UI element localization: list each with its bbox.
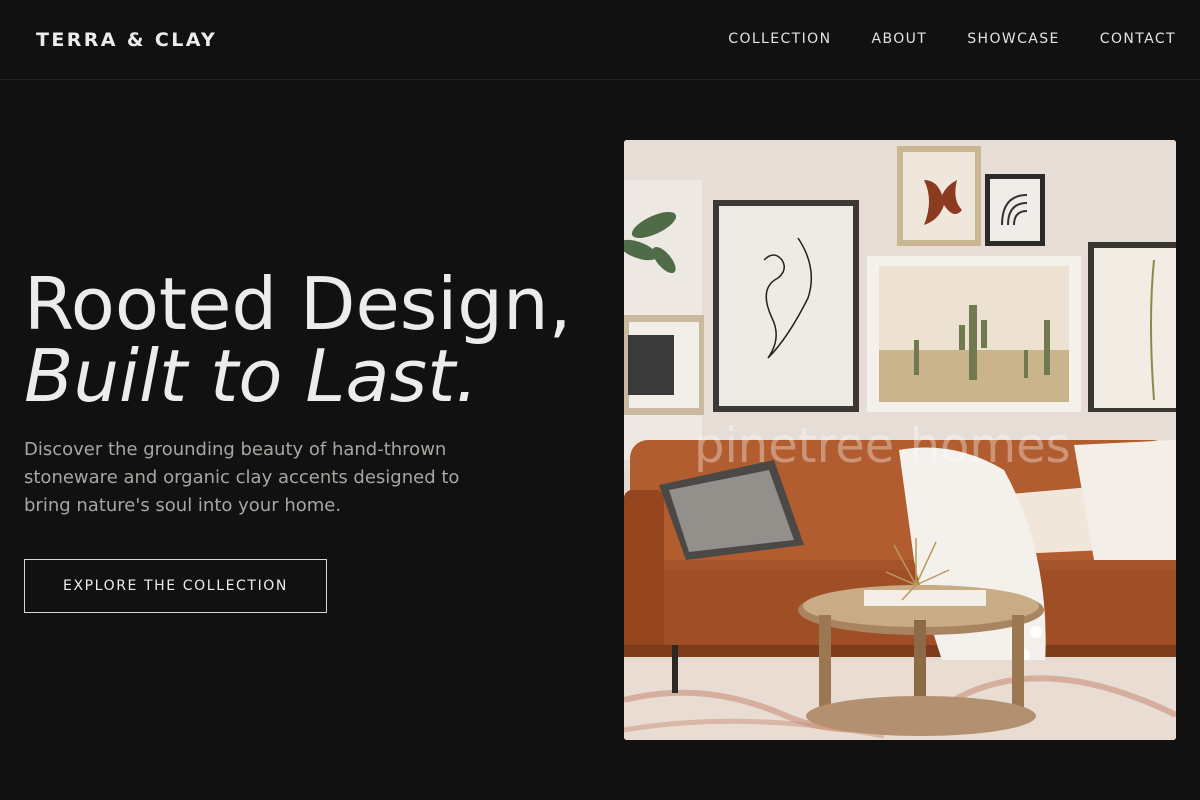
- brand-logo[interactable]: TERRA & CLAY: [36, 29, 217, 51]
- nav-link-about[interactable]: ABOUT: [871, 31, 927, 47]
- nav-link-showcase[interactable]: SHOWCASE: [967, 31, 1060, 47]
- hero-title-line2: Built to Last.: [24, 334, 479, 418]
- living-room-illustration: pinetree homes: [624, 140, 1176, 740]
- nav-link-contact[interactable]: CONTACT: [1100, 31, 1176, 47]
- hero-image: pinetree homes: [624, 140, 1176, 740]
- watermark-text: pinetree homes: [694, 418, 1071, 474]
- hero-title-line1: Rooted Design,: [24, 262, 572, 346]
- hero-description: Discover the grounding beauty of hand-th…: [24, 439, 460, 516]
- main-nav: COLLECTION ABOUT SHOWCASE CONTACT: [688, 31, 1176, 47]
- explore-collection-button[interactable]: EXPLORE THE COLLECTION: [24, 559, 327, 613]
- hero-title: Rooted Design, Built to Last.: [24, 268, 572, 412]
- nav-link-collection[interactable]: COLLECTION: [728, 31, 831, 47]
- site-header: TERRA & CLAY COLLECTION ABOUT SHOWCASE C…: [0, 0, 1200, 80]
